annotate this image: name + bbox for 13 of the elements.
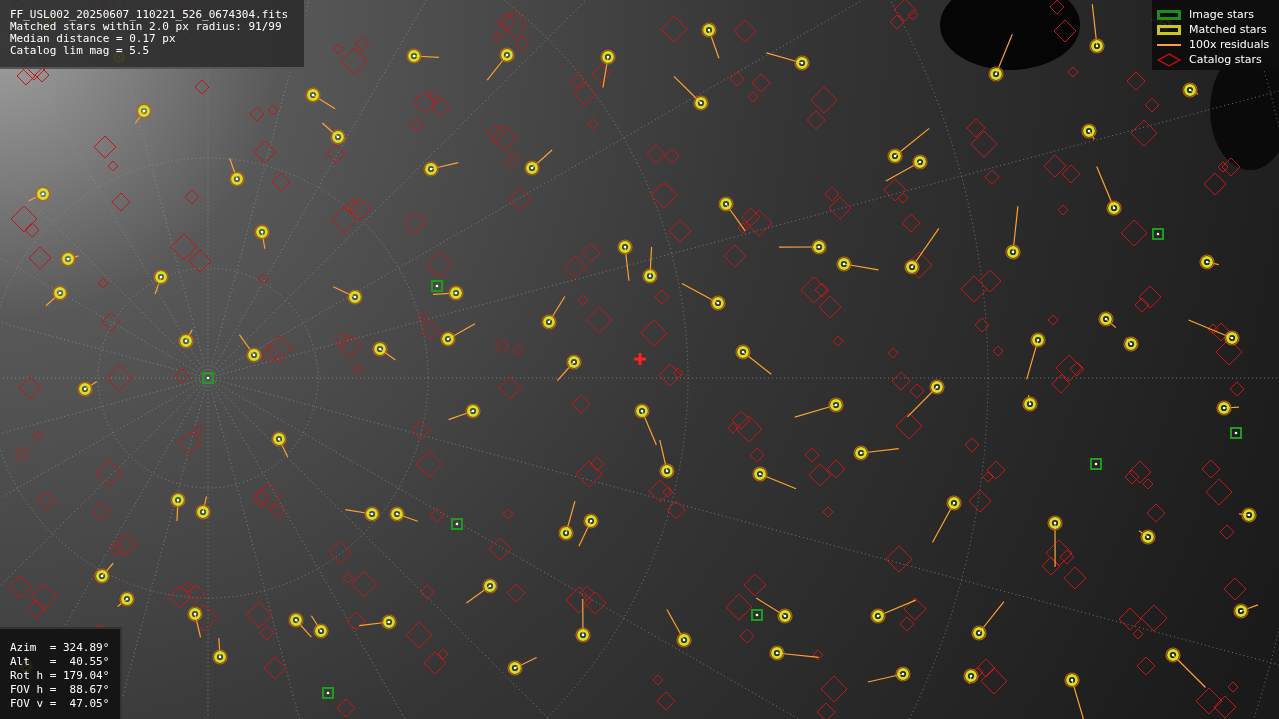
pointing-line: Rot h = 179.04°	[10, 669, 111, 683]
pointing-line: Alt = 40.55°	[10, 655, 111, 669]
pointing-line: FOV h = 88.67°	[10, 683, 111, 697]
info-line: Matched stars within 2.0 px radius: 91/99	[10, 21, 282, 33]
info-line: FF_USL002_20250607_110221_526_0674304.fits	[10, 9, 290, 21]
legend-label: Catalog stars	[1189, 54, 1262, 65]
pointing-line: FOV v = 47.05°	[10, 697, 111, 711]
legend-label: Matched stars	[1189, 24, 1267, 35]
info-line: Catalog lim mag = 5.5	[10, 45, 151, 57]
legend-label: 100x residuals	[1189, 39, 1270, 50]
info-line: Median distance = 0.17 px	[10, 33, 177, 45]
pointing-line: Azim = 324.89°	[10, 641, 111, 655]
legend-label: Image stars	[1189, 9, 1254, 20]
